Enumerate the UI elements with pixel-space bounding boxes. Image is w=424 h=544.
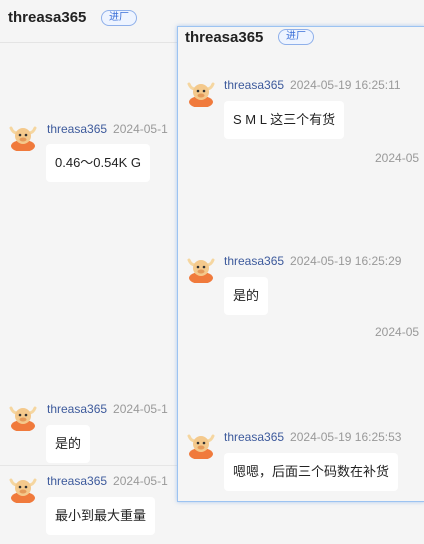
sender-name[interactable]: threasa365: [47, 122, 107, 136]
message-bubble[interactable]: 是的: [224, 277, 269, 315]
date-stamp: 2024-05: [375, 325, 420, 339]
message-bubble[interactable]: 0.46～0.54K G: [46, 144, 150, 182]
message-meta: threasa365 2024-05-1: [47, 474, 168, 488]
message-time: 2024-05-1: [113, 122, 168, 136]
panel-status-tag: 进厂: [278, 29, 314, 45]
sender-name[interactable]: threasa365: [224, 430, 284, 444]
avatar-icon[interactable]: [8, 473, 38, 503]
message-meta: threasa365 2024-05-19 16:25:11: [224, 78, 401, 92]
chat-title[interactable]: threasa365: [8, 9, 86, 26]
avatar-icon[interactable]: [8, 401, 38, 431]
message-time: 2024-05-19 16:25:29: [290, 254, 402, 268]
message-meta: threasa365 2024-05-1: [47, 122, 168, 136]
avatar-icon[interactable]: [8, 121, 38, 151]
message-meta: threasa365 2024-05-19 16:25:53: [224, 430, 401, 444]
avatar-icon[interactable]: [186, 429, 216, 459]
avatar-icon[interactable]: [186, 253, 216, 283]
message-time: 2024-05-1: [113, 474, 168, 488]
sender-name[interactable]: threasa365: [224, 254, 284, 268]
sender-name[interactable]: threasa365: [47, 402, 107, 416]
message-meta: threasa365 2024-05-19 16:25:29: [224, 254, 401, 268]
status-tag: 进厂: [101, 10, 137, 26]
panel-title[interactable]: threasa365: [185, 29, 263, 46]
message-time: 2024-05-19 16:25:11: [290, 78, 401, 92]
avatar-icon[interactable]: [186, 77, 216, 107]
message-time: 2024-05-1: [113, 402, 168, 416]
date-stamp: 2024-05: [375, 151, 420, 165]
sender-name[interactable]: threasa365: [47, 474, 107, 488]
message-time: 2024-05-19 16:25:53: [290, 430, 402, 444]
message-bubble[interactable]: 是的: [46, 425, 91, 463]
sender-name[interactable]: threasa365: [224, 78, 284, 92]
history-panel[interactable]: threasa365 进厂 threasa365 2024-05-19 16:25…: [177, 26, 424, 502]
message-meta: threasa365 2024-05-1: [47, 402, 168, 416]
message-bubble[interactable]: 嗯嗯，后面三个码数在补货: [224, 453, 399, 491]
message-bubble[interactable]: S M L 这三个有货: [224, 101, 345, 139]
message-bubble[interactable]: 最小到最大重量: [46, 497, 156, 535]
